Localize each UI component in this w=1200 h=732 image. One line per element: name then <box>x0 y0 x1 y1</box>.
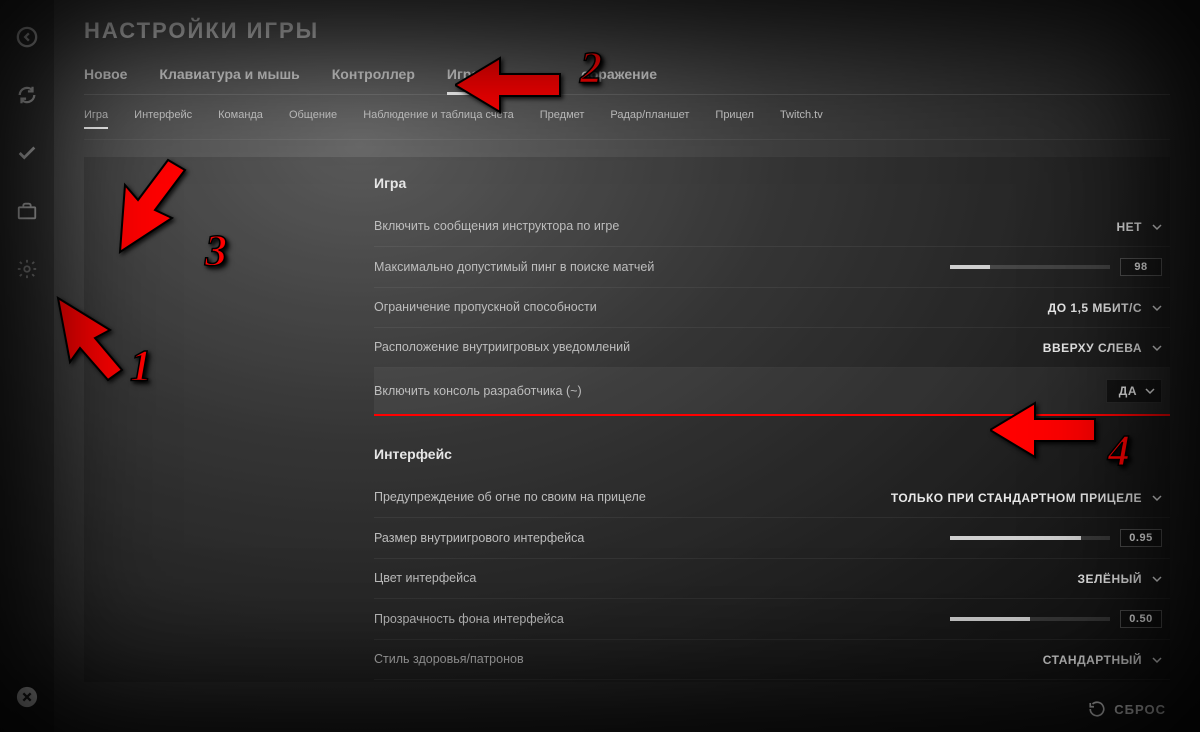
chevron-down-icon <box>1152 655 1162 665</box>
dropdown-hud-color[interactable]: ЗЕЛЁНЫЙ <box>1077 572 1162 586</box>
back-icon[interactable] <box>12 22 42 52</box>
value-dev-console: ДА <box>1119 384 1137 398</box>
left-sidebar <box>0 0 54 732</box>
tab-controller[interactable]: Контроллер <box>332 66 415 94</box>
chevron-down-icon <box>1152 222 1162 232</box>
label-friendly-fire: Предупреждение об огне по своим на прице… <box>374 489 646 506</box>
label-max-ping: Максимально допустимый пинг в поиске мат… <box>374 259 654 276</box>
control-max-ping: 98 <box>950 258 1162 276</box>
subtab-item[interactable]: Предмет <box>540 109 585 129</box>
dropdown-bandwidth[interactable]: ДО 1,5 МБИТ/С <box>1048 301 1162 315</box>
tab-game[interactable]: Игра <box>447 66 479 94</box>
reset-label: СБРОС <box>1114 702 1166 717</box>
close-icon[interactable] <box>12 682 42 712</box>
control-hud-scale: 0.95 <box>950 529 1162 547</box>
value-health-ammo: СТАНДАРТНЫЙ <box>1043 653 1142 667</box>
dropdown-health-ammo[interactable]: СТАНДАРТНЫЙ <box>1043 653 1162 667</box>
row-health-ammo: Стиль здоровья/патронов СТАНДАРТНЫЙ <box>374 640 1170 680</box>
chevron-down-icon <box>1152 343 1162 353</box>
refresh-icon[interactable] <box>12 80 42 110</box>
row-dev-console: Включить консоль разработчика (~) ДА <box>374 368 1170 416</box>
subtab-interface[interactable]: Интерфейс <box>134 109 192 129</box>
subtab-twitch[interactable]: Twitch.tv <box>780 109 823 129</box>
row-hud-scale: Размер внутриигрового интерфейса 0.95 <box>374 518 1170 559</box>
sub-tabs: Игра Интерфейс Команда Общение Наблюдени… <box>84 95 1170 140</box>
tab-display[interactable]: ображение <box>581 66 657 94</box>
page-title: НАСТРОЙКИ ИГРЫ <box>84 18 1170 44</box>
control-dev-console: ДА <box>1106 379 1162 403</box>
row-bandwidth: Ограничение пропускной способности ДО 1,… <box>374 288 1170 328</box>
value-max-ping[interactable]: 98 <box>1120 258 1162 276</box>
value-bandwidth: ДО 1,5 МБИТ/С <box>1048 301 1142 315</box>
label-health-ammo: Стиль здоровья/патронов <box>374 651 524 668</box>
settings-body: Игра Включить сообщения инструктора по и… <box>84 157 1170 682</box>
briefcase-icon[interactable] <box>12 196 42 226</box>
row-hud-bg-alpha: Прозрачность фона интерфейса 0.50 <box>374 599 1170 640</box>
slider-hud-scale[interactable] <box>950 536 1110 540</box>
reset-icon <box>1088 700 1106 718</box>
label-hud-color: Цвет интерфейса <box>374 570 476 587</box>
main-tabs: Новое Клавиатура и мышь Контроллер Игра … <box>84 66 1170 95</box>
value-friendly-fire: ТОЛЬКО ПРИ СТАНДАРТНОМ ПРИЦЕЛЕ <box>891 491 1142 505</box>
section-interface: Интерфейс Предупреждение об огне по свои… <box>84 416 1170 680</box>
row-max-ping: Максимально допустимый пинг в поиске мат… <box>374 247 1170 288</box>
subtab-game[interactable]: Игра <box>84 109 108 129</box>
chevron-down-icon <box>1145 386 1155 396</box>
chevron-down-icon <box>1152 493 1162 503</box>
main-panel: НАСТРОЙКИ ИГРЫ Новое Клавиатура и мышь К… <box>54 0 1200 732</box>
dropdown-notif-position[interactable]: ВВЕРХУ СЛЕВА <box>1043 341 1162 355</box>
dropdown-friendly-fire[interactable]: ТОЛЬКО ПРИ СТАНДАРТНОМ ПРИЦЕЛЕ <box>891 491 1162 505</box>
row-instructor-messages: Включить сообщения инструктора по игре Н… <box>374 207 1170 247</box>
section-title-game: Игра <box>374 175 1170 191</box>
label-hud-scale: Размер внутриигрового интерфейса <box>374 530 584 547</box>
reset-button[interactable]: СБРОС <box>1088 700 1166 718</box>
dropdown-dev-console[interactable]: ДА <box>1106 379 1162 403</box>
label-hud-bg-alpha: Прозрачность фона интерфейса <box>374 611 564 628</box>
gear-icon[interactable] <box>12 254 42 284</box>
value-hud-color: ЗЕЛЁНЫЙ <box>1077 572 1142 586</box>
row-hud-color: Цвет интерфейса ЗЕЛЁНЫЙ <box>374 559 1170 599</box>
value-hud-bg-alpha[interactable]: 0.50 <box>1120 610 1162 628</box>
section-title-interface: Интерфейс <box>374 446 1170 462</box>
slider-max-ping[interactable] <box>950 265 1110 269</box>
chevron-down-icon <box>1152 303 1162 313</box>
label-instructor-messages: Включить сообщения инструктора по игре <box>374 218 619 235</box>
row-notif-position: Расположение внутриигровых уведомлений В… <box>374 328 1170 368</box>
section-game: Игра Включить сообщения инструктора по и… <box>84 157 1170 416</box>
subtab-team[interactable]: Команда <box>218 109 263 129</box>
subtab-comm[interactable]: Общение <box>289 109 337 129</box>
subtab-radar[interactable]: Радар/планшет <box>610 109 689 129</box>
value-hud-scale[interactable]: 0.95 <box>1120 529 1162 547</box>
label-dev-console: Включить консоль разработчика (~) <box>374 383 582 400</box>
tab-new[interactable]: Новое <box>84 66 127 94</box>
row-friendly-fire: Предупреждение об огне по своим на прице… <box>374 478 1170 518</box>
subtab-crosshair[interactable]: Прицел <box>715 109 754 129</box>
chevron-down-icon <box>1152 574 1162 584</box>
label-notif-position: Расположение внутриигровых уведомлений <box>374 339 630 356</box>
value-notif-position: ВВЕРХУ СЛЕВА <box>1043 341 1142 355</box>
control-hud-bg-alpha: 0.50 <box>950 610 1162 628</box>
label-bandwidth: Ограничение пропускной способности <box>374 299 597 316</box>
tab-keyboard[interactable]: Клавиатура и мышь <box>159 66 299 94</box>
dropdown-instructor-messages[interactable]: НЕТ <box>1117 220 1163 234</box>
slider-hud-bg-alpha[interactable] <box>950 617 1110 621</box>
subtab-spectate[interactable]: Наблюдение и таблица счёта <box>363 109 514 129</box>
value-instructor-messages: НЕТ <box>1117 220 1143 234</box>
check-icon[interactable] <box>12 138 42 168</box>
